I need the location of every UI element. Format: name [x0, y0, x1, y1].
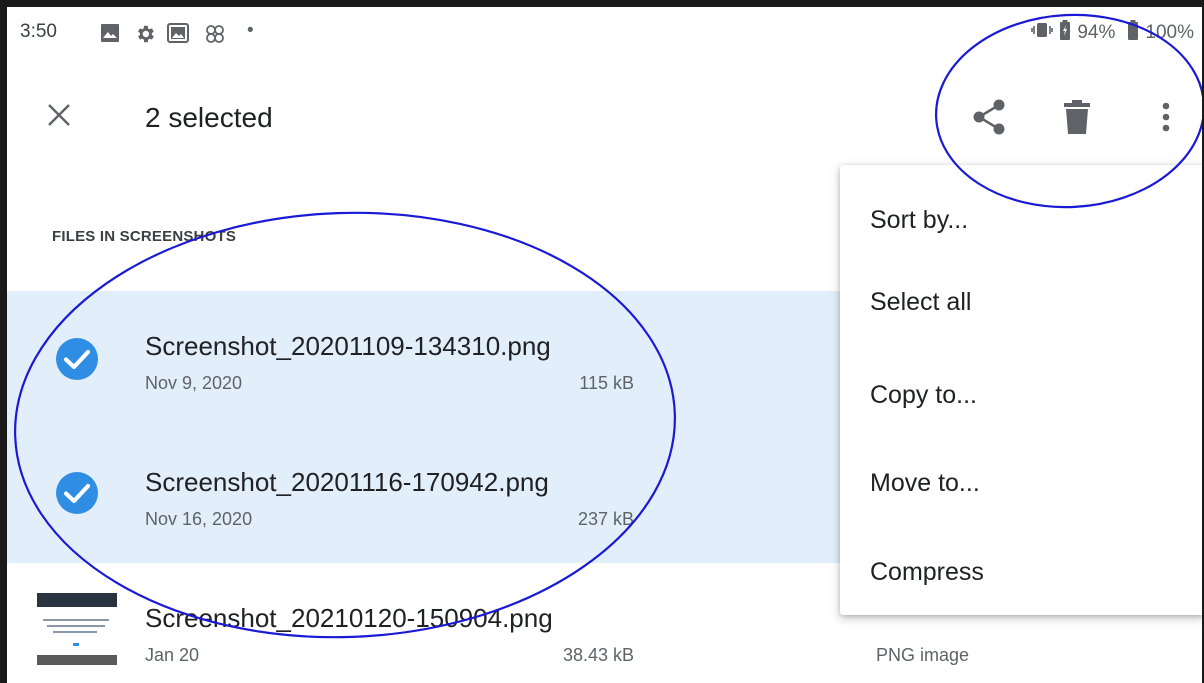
checkmark-icon[interactable] [53, 469, 101, 517]
file-name: Screenshot_20201109-134310.png [145, 331, 551, 361]
menu-item-sort-by[interactable]: Sort by... [840, 175, 1202, 265]
file-name: Screenshot_20201116-170942.png [145, 467, 549, 497]
menu-item-label: Select all [870, 288, 972, 316]
file-date: Nov 16, 2020 [145, 509, 253, 529]
pinwheel-icon [204, 23, 226, 50]
file-thumbnail [37, 593, 117, 667]
status-time: 3:50 [20, 21, 57, 42]
checkmark-icon[interactable] [53, 335, 101, 383]
menu-item-label: Compress [870, 558, 984, 586]
overflow-menu: Sort by... Select all Copy to... Move to… [840, 165, 1202, 617]
file-date: Jan 20 [145, 645, 200, 665]
share-icon [973, 99, 1005, 135]
menu-item-move-to[interactable]: Move to... [840, 438, 1202, 528]
status-bar: 3:50 • 94% 100% [7, 7, 1202, 57]
status-right-group: 94% 100% [1031, 20, 1194, 46]
battery-percent: 94% [1077, 22, 1116, 43]
more-vert-icon [1162, 102, 1170, 132]
file-size: 237 kB [577, 509, 634, 529]
section-header: FILES IN SCREENSHOTS [52, 228, 237, 245]
close-selection-button[interactable] [39, 95, 79, 135]
file-size: 115 kB [579, 373, 634, 393]
selection-count-title: 2 selected [145, 102, 273, 133]
delete-icon [1064, 100, 1090, 134]
menu-item-compress[interactable]: Compress [840, 527, 1202, 617]
share-button[interactable] [967, 95, 1011, 139]
file-name: Screenshot_20210120-150904.png [145, 603, 553, 633]
battery-icon [1059, 20, 1071, 46]
settings-gear-icon [134, 23, 156, 50]
close-icon [48, 104, 70, 126]
menu-item-select-all[interactable]: Select all [840, 257, 1202, 347]
menu-item-label: Move to... [870, 469, 980, 497]
menu-item-label: Sort by... [870, 206, 969, 234]
menu-item-copy-to[interactable]: Copy to... [840, 350, 1202, 440]
screen-frame: 3:50 • 94% 100% 2 selected FILES IN SCRE… [0, 0, 1204, 683]
battery-percent-secondary: 100% [1145, 22, 1194, 43]
battery-icon [1127, 20, 1139, 46]
file-type: PNG image [876, 645, 970, 665]
vibrate-icon [1031, 20, 1054, 46]
file-size: 38.43 kB [562, 645, 634, 665]
image-icon [100, 23, 120, 48]
notification-dot: • [247, 20, 254, 41]
more-options-button[interactable] [1144, 95, 1188, 139]
gallery-icon [167, 23, 189, 48]
delete-button[interactable] [1055, 95, 1099, 139]
file-date: Nov 9, 2020 [145, 373, 243, 393]
menu-item-label: Copy to... [870, 381, 977, 409]
